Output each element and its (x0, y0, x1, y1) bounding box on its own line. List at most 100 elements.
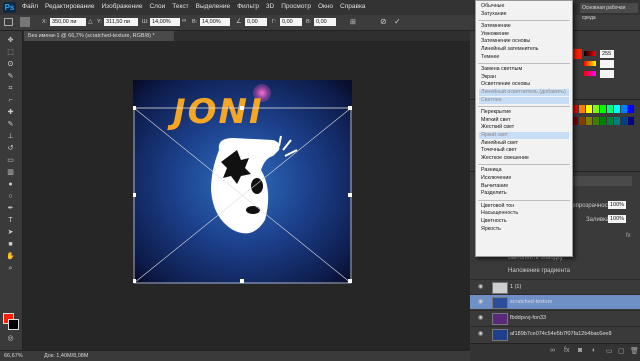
eraser-tool-icon[interactable]: ▭ (5, 157, 16, 165)
height-field[interactable]: 14,00% (200, 18, 230, 26)
blend-mode-item[interactable]: Экран (479, 74, 569, 81)
h-skew-field[interactable]: 0,00 (280, 18, 302, 26)
menu-item[interactable]: 3D (266, 3, 274, 10)
stamp-tool-icon[interactable]: ⊥ (5, 133, 16, 141)
shape-tool-icon[interactable]: ■ (5, 241, 16, 249)
blue-slider[interactable] (584, 71, 596, 76)
zoom-tool-icon[interactable]: ⌕ (5, 265, 16, 273)
blend-mode-dropdown[interactable]: Обычные Затухание Затемнение Умножение Затем… (475, 0, 573, 257)
trash-icon[interactable]: 🗑 (630, 347, 639, 355)
folder-icon[interactable]: ▭ (606, 347, 613, 355)
angle-field[interactable]: 0,00 (245, 18, 267, 26)
move-tool-icon[interactable]: ✥ (5, 37, 16, 45)
lasso-tool-icon[interactable]: ʘ (5, 61, 16, 69)
warp-icon[interactable]: ⊞ (350, 18, 356, 26)
blend-mode-item[interactable]: Яркость (479, 226, 569, 233)
transform-handle-tl[interactable] (133, 106, 136, 110)
blend-mode-item[interactable]: Замена светлым (479, 66, 569, 73)
blend-mode-item[interactable]: Разделить (479, 190, 569, 197)
menu-item[interactable]: Слои (149, 3, 165, 10)
blend-mode-item[interactable]: Обычные (479, 3, 569, 10)
reference-point-icon[interactable] (20, 17, 30, 27)
layer-row-selected[interactable]: ◉ scratched-texture (470, 294, 640, 309)
color-swatch[interactable] (607, 105, 613, 113)
blend-mode-item[interactable]: Осветление основы (479, 81, 569, 88)
y-field[interactable]: 311,50 пи (104, 18, 138, 26)
effect-gradient-overlay[interactable]: Наложение градиента (508, 268, 570, 274)
menu-item[interactable]: Просмотр (281, 3, 311, 10)
eye-icon[interactable]: ◉ (478, 280, 483, 294)
blend-mode-item[interactable]: Линейный затемнитель (479, 46, 569, 53)
blend-mode-item[interactable]: Темнее (479, 54, 569, 61)
color-swatch[interactable] (600, 117, 606, 125)
color-swatch[interactable] (586, 105, 592, 113)
blend-mode-item[interactable]: Насыщенность (479, 210, 569, 217)
adjustment-icon[interactable]: ◐ (592, 347, 596, 354)
red-value[interactable]: 255 (600, 50, 614, 58)
color-swatch[interactable] (628, 117, 634, 125)
blend-mode-item[interactable]: Исключение (479, 175, 569, 182)
transform-handle-tr[interactable] (348, 106, 352, 110)
opacity-field[interactable]: 100% (608, 201, 626, 209)
green-slider[interactable] (584, 61, 596, 66)
blur-tool-icon[interactable]: ● (5, 181, 16, 189)
x-field[interactable]: 350,00 пи (50, 18, 86, 26)
color-swatch[interactable] (621, 117, 627, 125)
blend-mode-item[interactable]: Линейный осветлитель (добавить) (479, 89, 569, 96)
fill-field[interactable]: 100% (608, 215, 626, 223)
blend-mode-item[interactable]: Жесткий свет (479, 124, 569, 131)
color-swatch[interactable] (593, 105, 599, 113)
transform-handle-ml[interactable] (133, 193, 136, 197)
menu-item[interactable]: Справка (340, 3, 366, 10)
link-icon[interactable]: ∞ (182, 18, 186, 24)
menu-item[interactable]: Окно (318, 3, 333, 10)
red-slider[interactable] (584, 51, 596, 56)
menu-item[interactable]: Текст (172, 3, 188, 10)
color-swatch[interactable] (621, 105, 627, 113)
blend-mode-item[interactable]: Яркий свет (479, 132, 569, 139)
healing-tool-icon[interactable]: ✚ (5, 109, 16, 117)
color-swatch[interactable] (607, 117, 613, 125)
pen-tool-icon[interactable]: ✒ (5, 205, 16, 213)
blend-mode-item[interactable]: Затухание (479, 11, 569, 18)
color-swatch[interactable] (600, 105, 606, 113)
green-value[interactable] (600, 60, 614, 68)
blend-mode-item[interactable]: Перекрытие (479, 109, 569, 116)
commit-transform-icon[interactable]: ✓ (394, 17, 401, 26)
color-swatch[interactable] (579, 105, 585, 113)
blend-mode-item[interactable]: Разница (479, 167, 569, 174)
canvas-artwork[interactable]: JONI (133, 80, 352, 284)
blend-mode-item[interactable]: Точечный свет (479, 147, 569, 154)
blend-mode-item[interactable]: Умножение (479, 31, 569, 38)
blend-mode-item[interactable]: Цветность (479, 218, 569, 225)
eye-icon[interactable]: ◉ (478, 311, 483, 325)
menu-item[interactable]: Редактирование (45, 3, 95, 10)
history-brush-tool-icon[interactable]: ↺ (5, 145, 16, 153)
delta-icon[interactable]: △ (88, 18, 93, 25)
eyedropper-tool-icon[interactable]: ⌐ (5, 97, 16, 105)
color-swatch[interactable] (614, 117, 620, 125)
eye-icon[interactable]: ◉ (478, 295, 483, 309)
transform-handle-tc[interactable] (240, 106, 244, 110)
blend-mode-item[interactable]: Светлее (479, 96, 569, 104)
blue-value[interactable] (600, 70, 614, 78)
menu-item[interactable]: Выделение (196, 3, 230, 10)
width-field[interactable]: 14,00% (150, 18, 180, 26)
color-swatch[interactable] (579, 117, 585, 125)
color-swatch[interactable] (593, 117, 599, 125)
dodge-tool-icon[interactable]: ○ (5, 193, 16, 201)
transform-icon[interactable] (4, 18, 13, 26)
mask-icon[interactable]: ◙ (578, 347, 582, 354)
menu-item[interactable]: Фильтр (237, 3, 259, 10)
marquee-tool-icon[interactable]: ⬚ (5, 49, 16, 57)
hand-tool-icon[interactable]: ✋ (5, 253, 16, 261)
color-panel-foreground[interactable] (572, 49, 582, 59)
layer-row[interactable]: ◉ af189b7ce074c54e5b7f07fa12b4bac6ee8 (470, 326, 640, 341)
layer-row[interactable]: ◉ 1 (1) (470, 279, 640, 294)
transform-handle-br[interactable] (348, 279, 352, 283)
blend-mode-item[interactable]: Вычитание (479, 183, 569, 190)
brush-tool-icon[interactable]: ✎ (5, 121, 16, 129)
blend-mode-item[interactable]: Линейный свет (479, 140, 569, 147)
workspace-selector[interactable]: Основная рабочая среда (580, 3, 638, 21)
v-skew-field[interactable]: 0,00 (314, 18, 336, 26)
